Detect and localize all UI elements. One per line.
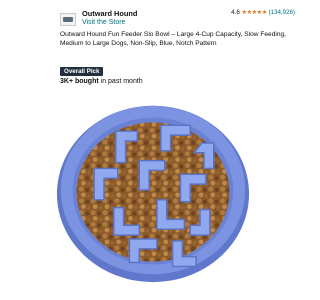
rating-count[interactable]: (134,926) [269,9,296,16]
product-card: Outward Hound Visit the Store 4.6 ★★★★★ … [0,0,300,300]
bought-count-suffix: in past month [98,78,143,85]
product-image[interactable] [55,92,251,288]
overall-pick-badge: Overall Pick [60,67,104,76]
brand-logo-icon[interactable] [60,13,76,26]
bought-count-bold: 3K+ bought [60,78,99,85]
star-rating-icon[interactable]: ★★★★★ [242,9,268,16]
product-title[interactable]: Outward Hound Fun Feeder Slo Bowl – Larg… [60,31,288,48]
rating-value: 4.6 [231,9,240,16]
brand-name[interactable]: Outward Hound [82,9,137,18]
visit-store-link[interactable]: Visit the Store [82,19,125,26]
rating[interactable]: 4.6 ★★★★★ (134,926) [231,9,295,16]
bought-count: 3K+ bought in past month [60,78,143,85]
